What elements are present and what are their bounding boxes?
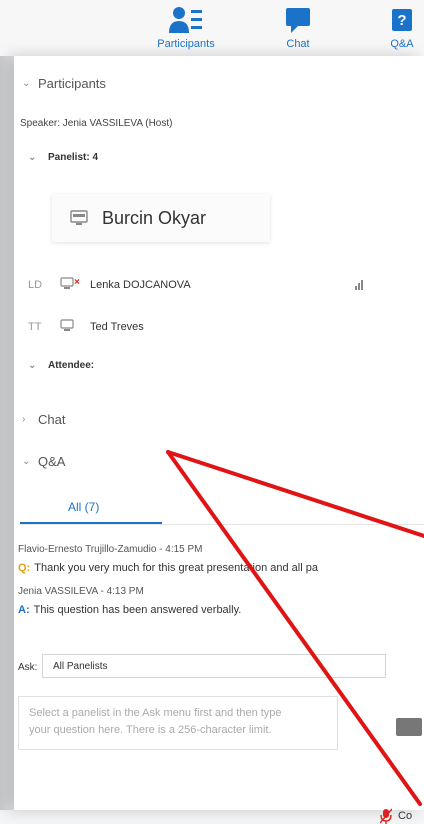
audio-status[interactable]: Co: [380, 808, 412, 824]
chat-section-header[interactable]: › Chat: [22, 412, 65, 427]
ask-label: Ask:: [18, 662, 38, 673]
qa-label: Q&A: [390, 38, 414, 50]
attendee-header-label: Attendee:: [48, 360, 95, 368]
question-mark-icon: ?: [372, 4, 424, 36]
panelist-count: Panelist: 4: [48, 152, 99, 163]
muted-mic-icon: [380, 808, 392, 824]
qa-section-title: Q&A: [38, 454, 66, 469]
send-button[interactable]: [396, 718, 422, 736]
participant-name: Lenka DOJCANOVA: [90, 278, 191, 291]
svg-text:×: ×: [74, 277, 80, 288]
svg-text:?: ?: [397, 12, 406, 29]
participant-row[interactable]: LD × Lenka DOJCANOVA: [28, 276, 191, 293]
answer-meta: Jenia VASSILEVA - 4:13 PM: [18, 586, 144, 597]
hover-card-name: Burcin Okyar: [102, 207, 207, 228]
panelist-group-header[interactable]: ⌄ Panelist: 4: [28, 152, 98, 163]
participants-panel: ⌄ Participants Speaker: Jenia VASSILEVA …: [14, 56, 424, 824]
question-placeholder-line2: your question here. There is a 256-chara…: [29, 724, 272, 736]
computer-icon: [70, 210, 88, 225]
audio-status-text: Co: [398, 810, 413, 822]
tab-all[interactable]: All (7): [68, 500, 99, 514]
attendee-group-header[interactable]: ⌄ Attendee:: [28, 360, 94, 368]
participant-initials: TT: [28, 320, 42, 333]
chat-section-title: Chat: [38, 412, 66, 427]
ask-dropdown[interactable]: All Panelists: [42, 654, 386, 678]
question-text[interactable]: Q: Thank you very much for this great pre…: [18, 562, 424, 574]
question-placeholder-line1: Select a panelist in the Ask menu first …: [29, 707, 282, 719]
question-prefix: Q:: [18, 562, 31, 574]
question-meta: Flavio-Ernesto Trujillo-Zamudio - 4:15 P…: [18, 544, 203, 555]
participants-list-icon: [146, 4, 226, 36]
computer-muted-icon: ×: [60, 276, 90, 293]
participants-section-title: Participants: [38, 76, 106, 91]
answer-text[interactable]: A: This question has been answered verbal…: [18, 604, 241, 616]
question-input[interactable]: Select a panelist in the Ask menu first …: [18, 696, 338, 750]
signal-bars-icon: [355, 280, 363, 290]
participants-label: Participants: [157, 38, 215, 50]
computer-icon: [60, 318, 90, 335]
chevron-down-icon: ⌄: [28, 152, 37, 163]
speaker-line: Speaker: Jenia VASSILEVA (Host): [20, 118, 173, 129]
participant-initials: LD: [28, 278, 43, 291]
divider: [18, 524, 424, 525]
chat-bubble-icon: [258, 4, 338, 36]
chevron-down-icon: ⌄: [22, 456, 31, 467]
participant-row[interactable]: TT Ted Treves: [28, 318, 144, 335]
qa-section-header[interactable]: ⌄ Q&A: [22, 454, 65, 469]
question-body: Thank you very much for this great prese…: [34, 562, 318, 574]
participants-button[interactable]: Participants: [146, 4, 226, 50]
participant-hover-card: Burcin Okyar: [52, 194, 270, 242]
chevron-down-icon: ⌄: [28, 360, 37, 368]
top-toolbar: Participants Chat ? Q&A: [0, 0, 424, 62]
chevron-right-icon: ›: [22, 414, 26, 425]
answer-prefix: A:: [18, 604, 30, 616]
participant-name: Ted Treves: [90, 320, 144, 333]
chat-label: Chat: [286, 38, 310, 50]
participants-section-header[interactable]: ⌄ Participants: [22, 76, 106, 91]
qa-button[interactable]: ? Q&A: [372, 4, 424, 50]
answer-body: This question has been answered verbally…: [33, 604, 242, 616]
chat-button[interactable]: Chat: [258, 4, 338, 50]
chevron-down-icon: ⌄: [22, 78, 31, 89]
